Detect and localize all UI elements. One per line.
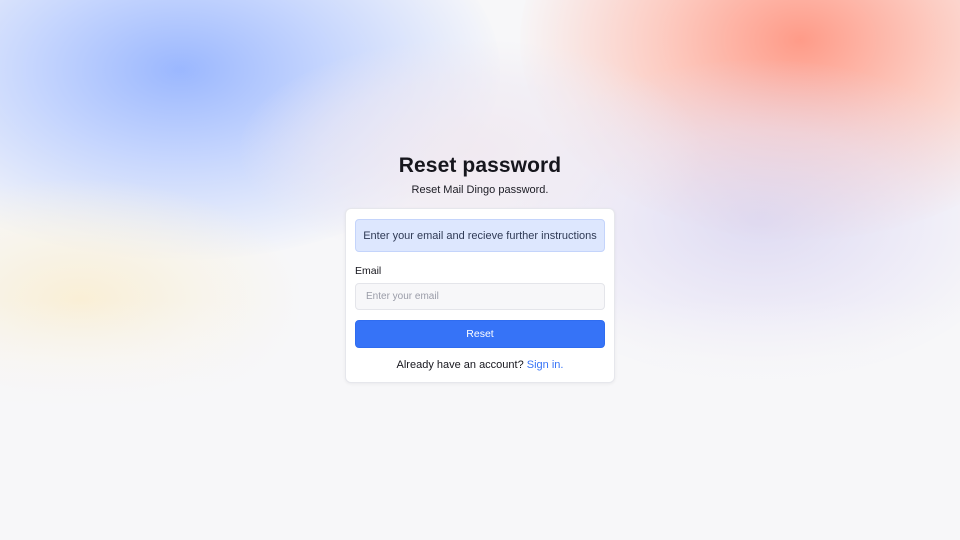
reset-button[interactable]: Reset: [355, 320, 605, 348]
signin-link[interactable]: Sign in.: [527, 359, 564, 371]
info-notice: Enter your email and recieve further ins…: [355, 219, 605, 252]
email-field[interactable]: [355, 283, 605, 310]
page-subtitle: Reset Mail Dingo password.: [411, 184, 549, 196]
page-content: Reset password Reset Mail Dingo password…: [0, 0, 960, 540]
signin-prompt: Already have an account? Sign in.: [346, 359, 614, 371]
signin-prompt-text: Already have an account?: [396, 359, 524, 371]
page-title: Reset password: [398, 154, 562, 177]
email-label: Email: [355, 265, 382, 277]
reset-password-card: Enter your email and recieve further ins…: [345, 208, 615, 383]
info-notice-text: Enter your email and recieve further ins…: [363, 229, 597, 242]
